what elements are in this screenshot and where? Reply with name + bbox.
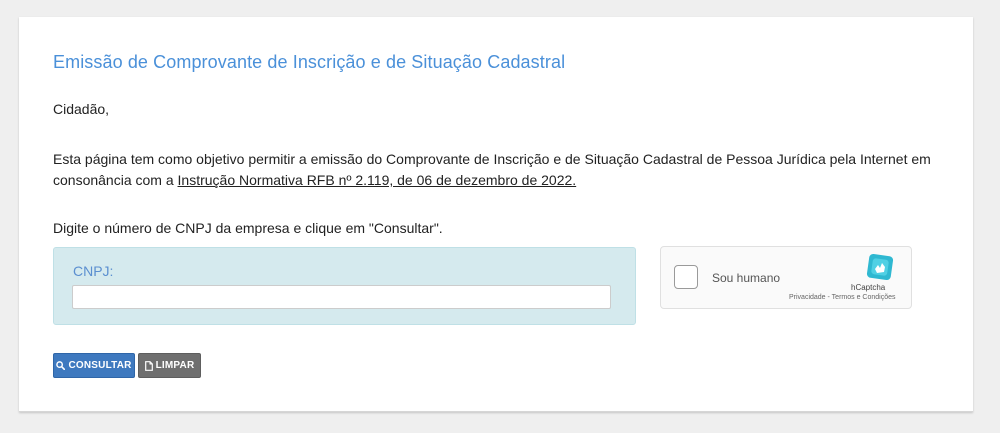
greeting-text: Cidadão, bbox=[53, 101, 110, 117]
captcha-links[interactable]: Privacidade - Termos e Condições bbox=[789, 294, 895, 301]
search-icon bbox=[56, 361, 66, 370]
limpar-label: LIMPAR bbox=[155, 360, 195, 371]
cnpj-input[interactable] bbox=[72, 285, 611, 309]
captcha-label: Sou humano bbox=[712, 271, 781, 285]
limpar-button[interactable]: LIMPAR bbox=[138, 353, 201, 378]
consultar-button[interactable]: CONSULTAR bbox=[53, 353, 135, 378]
description-text: Esta página tem como objetivo permitir a… bbox=[53, 149, 933, 191]
captcha-brand: hCaptcha bbox=[851, 283, 886, 292]
hcaptcha-logo-icon bbox=[866, 253, 894, 286]
instruction-text: Digite o número de CNPJ da empresa e cli… bbox=[53, 220, 443, 236]
main-card: Emissão de Comprovante de Inscrição e de… bbox=[19, 17, 973, 412]
cnpj-label: CNPJ: bbox=[73, 263, 114, 279]
consultar-label: CONSULTAR bbox=[68, 360, 132, 371]
captcha-checkbox[interactable] bbox=[674, 265, 698, 289]
file-icon bbox=[144, 360, 153, 371]
cnpj-panel: CNPJ: bbox=[53, 247, 636, 325]
hcaptcha-widget: Sou humano hCaptcha Privacidade - Termos… bbox=[660, 246, 912, 309]
page-title: Emissão de Comprovante de Inscrição e de… bbox=[53, 52, 566, 72]
normative-instruction-link[interactable]: Instrução Normativa RFB nº 2.119, de 06 … bbox=[178, 172, 577, 188]
